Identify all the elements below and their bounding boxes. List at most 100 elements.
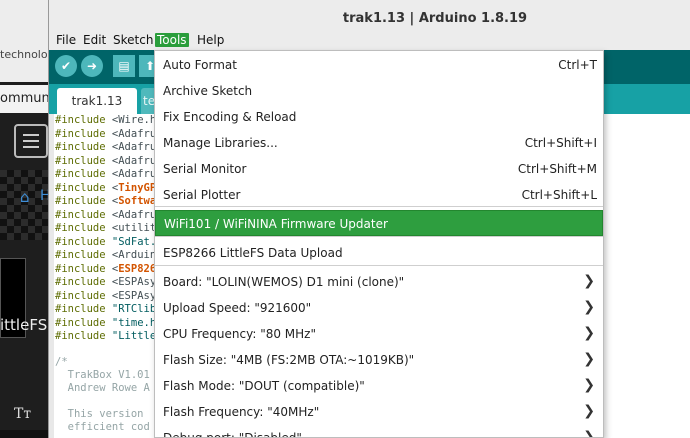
tab-trak113[interactable]: trak1.13	[57, 88, 137, 114]
include-name: TinyGP	[118, 181, 157, 194]
tools-menu-item-archive-sketch[interactable]: Archive Sketch	[155, 78, 603, 104]
new-sketch-button[interactable]: ▤	[113, 55, 135, 77]
code-comment-line: TrakBox V1.01	[55, 369, 150, 381]
menu-item-label: Board: "LOLIN(WEMOS) D1 mini (clone)"	[163, 275, 405, 289]
menu-item-label: Serial Plotter	[163, 188, 241, 202]
tools-menu-item-debug-port-disabled[interactable]: Debug port: "Disabled" ❯	[155, 425, 603, 438]
tools-menu-item-serial-monitor[interactable]: Serial Monitor Ctrl+Shift+M	[155, 156, 603, 182]
tools-menu-item-flash-frequency-40mhz[interactable]: Flash Frequency: "40MHz" ❯	[155, 399, 603, 425]
editor-gutter	[49, 114, 54, 438]
menu-item-shortcut: Ctrl+Shift+M	[517, 162, 597, 176]
code-line: #include <Adafru	[55, 128, 156, 140]
arrow-right-icon: ➜	[86, 59, 98, 73]
tools-menu-item-manage-libraries[interactable]: Manage Libraries... Ctrl+Shift+I	[155, 130, 603, 156]
chevron-right-icon: ❯	[583, 429, 595, 438]
menu-file[interactable]: File	[54, 33, 78, 47]
littlefs-heading: ittleFS	[0, 316, 48, 334]
menu-item-label: Flash Size: "4MB (FS:2MB OTA:~1019KB)"	[163, 353, 415, 367]
upload-button[interactable]: ➜	[81, 55, 103, 77]
menu-item-label: Manage Libraries...	[163, 136, 278, 150]
include-name: "Little	[111, 330, 157, 342]
code-line: #include <ESPAsy	[55, 276, 156, 288]
code-line: #include <Adafru	[55, 168, 156, 180]
hamburger-menu-icon[interactable]	[14, 124, 48, 158]
code-line: #include <Adafru	[55, 141, 156, 153]
include-keyword: #include	[55, 141, 106, 153]
include-keyword: #include	[55, 195, 106, 207]
include-name: Wire.h	[118, 114, 157, 126]
include-keyword: #include	[55, 235, 106, 248]
include-keyword: #include	[55, 330, 106, 342]
code-comment-line: /*	[55, 356, 68, 368]
tools-menu-item-fix-encoding-reload[interactable]: Fix Encoding & Reload	[155, 104, 603, 130]
include-keyword: #include	[55, 114, 106, 126]
include-keyword: #include	[55, 262, 106, 275]
code-line: #include <utilit	[55, 222, 156, 234]
include-name: Adafru	[118, 208, 157, 221]
code-comment-line: Andrew Rowe A	[55, 382, 150, 394]
include-name: "time.h	[111, 316, 157, 329]
menu-edit[interactable]: Edit	[81, 33, 108, 47]
include-name: Adafru	[118, 141, 157, 153]
text-format-icon[interactable]: Tт	[14, 406, 31, 422]
include-name: "SdFat.	[111, 235, 157, 248]
menu-separator	[155, 236, 603, 237]
include-name: utilit	[118, 222, 157, 234]
menu-item-label: ESP8266 LittleFS Data Upload	[163, 246, 343, 260]
tools-menu-item-auto-format[interactable]: Auto Format Ctrl+T	[155, 52, 603, 78]
include-name: "RTClib	[111, 303, 157, 315]
include-keyword: #include	[55, 168, 106, 180]
menu-item-label: CPU Frequency: "80 MHz"	[163, 327, 316, 341]
window-title: trak1.13 | Arduino 1.8.19	[342, 11, 528, 26]
menu-item-shortcut: Ctrl+Shift+L	[521, 188, 597, 202]
include-keyword: #include	[55, 222, 106, 234]
home-icon[interactable]: ⌂	[20, 188, 30, 206]
menu-sketch[interactable]: Sketch	[111, 33, 155, 47]
code-line: #include "time.h	[55, 317, 156, 329]
code-line: #include <Adafru	[55, 155, 156, 167]
menu-item-label: Flash Frequency: "40MHz"	[163, 405, 320, 419]
tools-menu-item-board-lolin-wemos-d1-mini-clon[interactable]: Board: "LOLIN(WEMOS) D1 mini (clone)" ❯	[155, 269, 603, 295]
include-name: Adafru	[118, 168, 157, 180]
menu-tools[interactable]: Tools	[155, 33, 189, 47]
include-name: ESPAsy	[118, 276, 157, 288]
checkmark-icon: ✔	[60, 59, 72, 73]
browser-tab-text[interactable]: technolo	[0, 48, 48, 61]
tools-menu-item-serial-plotter[interactable]: Serial Plotter Ctrl+Shift+L	[155, 182, 603, 208]
menu-item-shortcut: Ctrl+Shift+I	[524, 136, 597, 150]
code-line: #include <Wire.h	[55, 114, 156, 126]
verify-button[interactable]: ✔	[55, 55, 77, 77]
menu-item-label: Auto Format	[163, 58, 237, 72]
new-file-icon: ▤	[118, 59, 130, 73]
code-line: #include "RTClib	[55, 303, 156, 315]
menu-item-shortcut: Ctrl+T	[558, 58, 597, 72]
code-line: #include <Softwa	[55, 195, 156, 207]
include-keyword: #include	[55, 208, 106, 221]
chevron-right-icon: ❯	[583, 351, 595, 367]
include-keyword: #include	[55, 276, 106, 288]
code-line: #include "SdFat.	[55, 236, 156, 248]
window-titlebar: trak1.13 | Arduino 1.8.19	[49, 0, 690, 32]
code-line: #include <TinyGP	[55, 182, 156, 194]
include-name: Arduin	[118, 249, 157, 261]
menu-help[interactable]: Help	[195, 33, 226, 47]
chevron-right-icon: ❯	[583, 403, 595, 419]
include-keyword: #include	[55, 303, 106, 315]
code-line: #include "Little	[55, 330, 156, 342]
tools-menu-item-esp8266-littlefs-data-upload[interactable]: ESP8266 LittleFS Data Upload	[155, 240, 603, 266]
tools-menu-item-flash-mode-dout-compatible[interactable]: Flash Mode: "DOUT (compatible)" ❯	[155, 373, 603, 399]
include-keyword: #include	[55, 249, 106, 261]
menu-item-label: Flash Mode: "DOUT (compatible)"	[163, 379, 365, 393]
tools-menu-item-upload-speed-921600[interactable]: Upload Speed: "921600" ❯	[155, 295, 603, 321]
tools-menu-item-wifi101-wifinina-firmware-upda[interactable]: WiFi101 / WiFiNINA Firmware Updater	[155, 210, 603, 236]
tools-menu-item-flash-size-4mb-fs-2mb-ota-1019[interactable]: Flash Size: "4MB (FS:2MB OTA:~1019KB)" ❯	[155, 347, 603, 373]
include-keyword: #include	[55, 127, 106, 140]
menu-item-label: Serial Monitor	[163, 162, 247, 176]
include-keyword: #include	[55, 181, 106, 194]
chevron-right-icon: ❯	[583, 299, 595, 315]
include-keyword: #include	[55, 289, 106, 302]
include-name: Adafru	[118, 154, 157, 167]
include-keyword: #include	[55, 154, 106, 167]
chevron-right-icon: ❯	[583, 273, 595, 289]
tools-menu-item-cpu-frequency-80-mhz[interactable]: CPU Frequency: "80 MHz" ❯	[155, 321, 603, 347]
